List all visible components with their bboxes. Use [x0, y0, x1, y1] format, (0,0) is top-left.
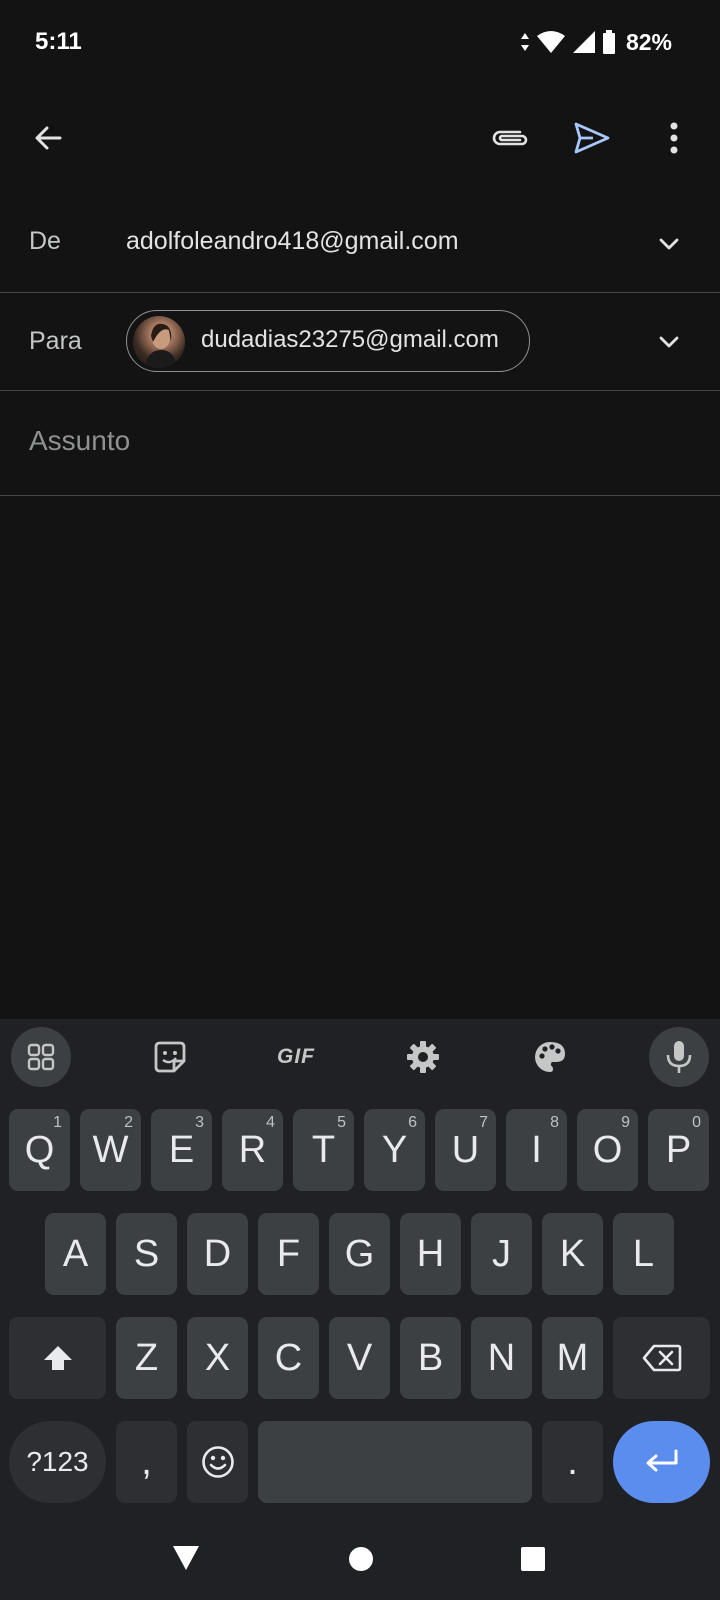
more-options-button[interactable] — [650, 114, 698, 162]
key-r[interactable]: R4 — [222, 1109, 283, 1191]
key-e[interactable]: E3 — [151, 1109, 212, 1191]
sticker-button[interactable] — [140, 1027, 200, 1087]
keyboard: GIF Q1 W2 E3 R4 T5 Y6 U7 I8 O9 P0 A S D … — [0, 1019, 720, 1518]
from-label: De — [29, 227, 61, 255]
key-p[interactable]: P0 — [648, 1109, 709, 1191]
data-arrows-icon — [520, 33, 529, 51]
spacebar[interactable] — [258, 1421, 532, 1503]
backspace-key[interactable] — [613, 1317, 710, 1399]
from-row[interactable]: De adolfoleandro418@gmail.com — [0, 193, 720, 293]
key-h[interactable]: H — [400, 1213, 461, 1295]
enter-key[interactable] — [613, 1421, 710, 1503]
key-d[interactable]: D — [187, 1213, 248, 1295]
key-j[interactable]: J — [471, 1213, 532, 1295]
comma-key[interactable]: , — [116, 1421, 177, 1503]
compose-toolbar — [0, 100, 720, 176]
voice-input-button[interactable] — [649, 1027, 709, 1087]
settings-button[interactable] — [393, 1027, 453, 1087]
from-address: adolfoleandro418@gmail.com — [126, 227, 459, 255]
shift-arrow-icon — [43, 1346, 72, 1370]
enter-icon — [646, 1449, 677, 1472]
paperclip-icon — [492, 130, 528, 146]
key-t[interactable]: T5 — [293, 1109, 354, 1191]
key-b[interactable]: B — [400, 1317, 461, 1399]
sticker-icon — [154, 1041, 186, 1073]
recipient-email: dudadias23275@gmail.com — [201, 326, 499, 353]
send-button[interactable] — [568, 114, 616, 162]
key-o[interactable]: O9 — [577, 1109, 638, 1191]
microphone-icon — [666, 1041, 692, 1073]
key-s[interactable]: S — [116, 1213, 177, 1295]
gear-icon — [407, 1041, 439, 1073]
subject-input[interactable]: Assunto — [29, 425, 130, 457]
chevron-down-icon[interactable] — [654, 229, 684, 259]
key-z[interactable]: Z — [116, 1317, 177, 1399]
recents-square-icon[interactable] — [520, 1546, 546, 1572]
key-v[interactable]: V — [329, 1317, 390, 1399]
theme-button[interactable] — [520, 1027, 580, 1087]
status-icons: 82% — [520, 28, 672, 56]
symbols-key[interactable]: ?123 — [9, 1421, 106, 1503]
back-triangle-icon[interactable] — [172, 1545, 200, 1571]
apps-grid-button[interactable] — [11, 1027, 71, 1087]
recipient-avatar — [133, 316, 185, 368]
arrow-left-icon — [35, 126, 62, 150]
key-l[interactable]: L — [613, 1213, 674, 1295]
wifi-icon — [536, 31, 565, 53]
key-u[interactable]: U7 — [435, 1109, 496, 1191]
key-f[interactable]: F — [258, 1213, 319, 1295]
battery-icon — [602, 30, 615, 54]
palette-icon — [535, 1042, 565, 1072]
recipient-chip[interactable]: dudadias23275@gmail.com — [126, 310, 530, 372]
key-q[interactable]: Q1 — [9, 1109, 70, 1191]
more-vert-icon — [670, 122, 678, 154]
message-body[interactable] — [0, 496, 720, 1019]
key-y[interactable]: Y6 — [364, 1109, 425, 1191]
keyboard-toolbar: GIF — [0, 1019, 720, 1099]
emoji-icon — [201, 1446, 234, 1478]
back-button[interactable] — [24, 114, 72, 162]
gif-label: GIF — [277, 1045, 315, 1068]
shift-key[interactable] — [9, 1317, 106, 1399]
backspace-icon — [642, 1344, 681, 1372]
gif-button[interactable]: GIF — [266, 1027, 326, 1087]
key-g[interactable]: G — [329, 1213, 390, 1295]
attach-button[interactable] — [486, 114, 534, 162]
key-w[interactable]: W2 — [80, 1109, 141, 1191]
system-nav-bar — [0, 1518, 720, 1600]
grid-icon — [27, 1043, 55, 1071]
period-key[interactable]: . — [542, 1421, 603, 1503]
status-time: 5:11 — [35, 28, 82, 55]
home-circle-icon[interactable] — [348, 1546, 374, 1572]
key-k[interactable]: K — [542, 1213, 603, 1295]
key-n[interactable]: N — [471, 1317, 532, 1399]
chevron-down-icon[interactable] — [654, 327, 684, 357]
send-icon — [574, 122, 610, 154]
battery-percent: 82% — [625, 28, 672, 55]
emoji-key[interactable] — [187, 1421, 248, 1503]
key-m[interactable]: M — [542, 1317, 603, 1399]
key-a[interactable]: A — [45, 1213, 106, 1295]
key-c[interactable]: C — [258, 1317, 319, 1399]
to-label: Para — [29, 327, 82, 355]
key-i[interactable]: I8 — [506, 1109, 567, 1191]
status-bar: 5:11 82% — [0, 0, 720, 84]
cell-signal-icon — [572, 31, 595, 53]
key-x[interactable]: X — [187, 1317, 248, 1399]
